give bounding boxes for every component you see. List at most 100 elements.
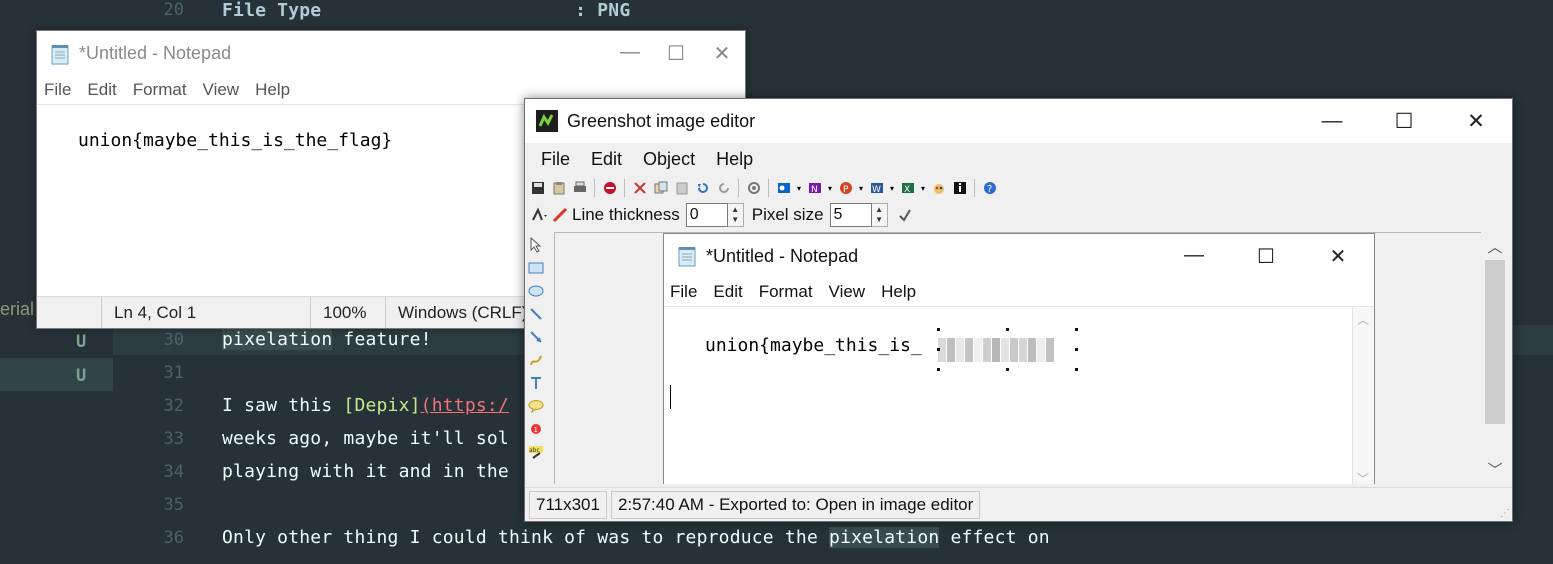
speechbubble-icon[interactable]	[526, 396, 545, 415]
captured-menu-format: Format	[758, 282, 813, 301]
menu-file[interactable]: File	[541, 149, 570, 170]
save-icon[interactable]	[528, 179, 547, 198]
greenshot-window: Greenshot image editor — ☐ ✕ File Edit O…	[524, 98, 1513, 522]
paste-icon[interactable]	[672, 179, 691, 198]
dropdown-arrow-icon[interactable]: ▾	[888, 179, 896, 198]
word-icon[interactable]: W	[867, 179, 886, 198]
line-thickness-input[interactable]: 0	[685, 203, 728, 227]
status-zoom: 100%	[310, 297, 385, 328]
captured-image[interactable]: *Untitled - Notepad — ☐ ✕ File Edit Form…	[663, 233, 1375, 484]
captured-document-text: union{maybe_this_is_	[705, 335, 922, 356]
confirm-icon[interactable]	[896, 206, 915, 225]
menu-file[interactable]: File	[44, 80, 71, 100]
menu-format[interactable]: Format	[133, 80, 187, 100]
captured-minimize-icon: —	[1184, 243, 1204, 266]
close-button[interactable]: ✕	[1440, 109, 1512, 134]
resize-handle[interactable]	[937, 328, 940, 331]
title-bar[interactable]: *Untitled - Notepad — ☐ ✕	[37, 31, 745, 76]
resize-handle[interactable]	[1075, 348, 1078, 351]
pixel-size-input[interactable]: 5	[829, 203, 872, 227]
settings-icon[interactable]	[744, 179, 763, 198]
menu-view[interactable]: View	[203, 80, 240, 100]
close-button[interactable]: ✕	[699, 41, 745, 66]
copy-icon[interactable]	[651, 179, 670, 198]
notepad-icon	[51, 44, 69, 64]
ellipse-icon[interactable]	[526, 281, 545, 300]
rectangle-icon[interactable]	[526, 258, 545, 277]
cut-icon[interactable]	[630, 179, 649, 198]
info-icon[interactable]	[950, 179, 969, 198]
spin-up-icon[interactable]: ▲	[731, 205, 739, 215]
excel-icon[interactable]: X	[898, 179, 917, 198]
menu-object[interactable]: Object	[643, 149, 695, 170]
menu-bar: File Edit Object Help	[525, 143, 1512, 175]
svg-text:1: 1	[533, 426, 537, 434]
dropdown-arrow-icon[interactable]: ▾	[795, 179, 803, 198]
outlook-icon[interactable]	[774, 179, 793, 198]
maximize-button[interactable]: ☐	[653, 41, 699, 66]
clipboard-icon[interactable]	[549, 179, 568, 198]
onenote-icon[interactable]: N	[805, 179, 824, 198]
svg-text:?: ?	[987, 184, 992, 195]
dropdown-arrow-icon[interactable]: ▾	[919, 179, 927, 198]
line-icon[interactable]	[526, 304, 545, 323]
spin-down-icon[interactable]: ▼	[875, 215, 883, 225]
freehand-icon[interactable]	[526, 350, 545, 369]
line-number: 34	[163, 462, 184, 482]
powerpoint-icon[interactable]: P	[836, 179, 855, 198]
menu-edit[interactable]: Edit	[87, 80, 116, 100]
git-untracked-marker: U	[76, 332, 87, 352]
line-number: 36	[163, 528, 184, 548]
link-url[interactable]: (https:/	[421, 395, 509, 416]
spin-down-icon[interactable]: ▼	[731, 215, 739, 225]
resize-handle[interactable]	[1006, 368, 1009, 371]
text-icon[interactable]	[526, 373, 545, 392]
maximize-button[interactable]: ☐	[1368, 109, 1440, 134]
dropdown-arrow-icon[interactable]: ▾	[857, 179, 865, 198]
resize-handle[interactable]	[1006, 328, 1009, 331]
print-icon[interactable]	[570, 179, 589, 198]
delete-icon[interactable]	[600, 179, 619, 198]
resize-handle[interactable]	[937, 368, 940, 371]
undo-icon[interactable]	[693, 179, 712, 198]
resize-grip-icon[interactable]: ⋰	[1500, 508, 1510, 519]
redo-icon[interactable]	[714, 179, 733, 198]
captured-text-area: union{maybe_this_is_	[664, 306, 1374, 484]
pixel-size-label: Pixel size	[751, 205, 824, 224]
cursor-icon[interactable]	[526, 235, 545, 254]
chevron-up-icon[interactable]: ︿	[1482, 236, 1508, 257]
side-label: erial	[0, 299, 35, 319]
minimize-button[interactable]: —	[1296, 109, 1368, 134]
canvas-scrollbar[interactable]: ︿ ﹀	[1482, 232, 1508, 484]
line-color-icon[interactable]	[528, 206, 550, 225]
menu-help[interactable]: Help	[716, 149, 753, 170]
greenshot-icon	[536, 110, 558, 132]
highlight-icon[interactable]: abc	[526, 442, 545, 461]
scrollbar-thumb[interactable]	[1485, 260, 1505, 424]
paint-icon[interactable]	[929, 179, 948, 198]
menu-edit[interactable]: Edit	[591, 149, 622, 170]
svg-text:N: N	[811, 185, 818, 195]
help-icon[interactable]: ?	[980, 179, 999, 198]
chevron-down-icon[interactable]: ﹀	[1482, 459, 1508, 480]
pixelated-region[interactable]	[938, 338, 1056, 362]
spin-up-icon[interactable]: ▲	[875, 205, 883, 215]
menu-help[interactable]: Help	[255, 80, 290, 100]
properties-toolbar: Line thickness 0 ▲ ▼ Pixel size 5 ▲ ▼	[525, 201, 1512, 229]
pen-color-icon[interactable]	[550, 206, 572, 225]
markdown-link[interactable]: [Depix]	[343, 395, 420, 416]
title-bar[interactable]: Greenshot image editor — ☐ ✕	[525, 99, 1512, 143]
pixel-size-spinner[interactable]: 5 ▲ ▼	[829, 203, 888, 227]
editor-canvas[interactable]: *Untitled - Notepad — ☐ ✕ File Edit Form…	[554, 232, 1481, 484]
resize-handle[interactable]	[1075, 328, 1078, 331]
line-number: 30	[163, 330, 184, 350]
dropdown-arrow-icon[interactable]: ▾	[826, 179, 834, 198]
line-thickness-spinner[interactable]: 0 ▲ ▼	[685, 203, 744, 227]
arrow-icon[interactable]	[526, 327, 545, 346]
chevron-down-icon: ﹀	[1357, 472, 1370, 484]
minimize-button[interactable]: —	[607, 41, 653, 66]
resize-handle[interactable]	[937, 348, 940, 351]
counter-icon[interactable]: 1	[526, 419, 545, 438]
separator	[594, 179, 595, 197]
resize-handle[interactable]	[1075, 368, 1078, 371]
